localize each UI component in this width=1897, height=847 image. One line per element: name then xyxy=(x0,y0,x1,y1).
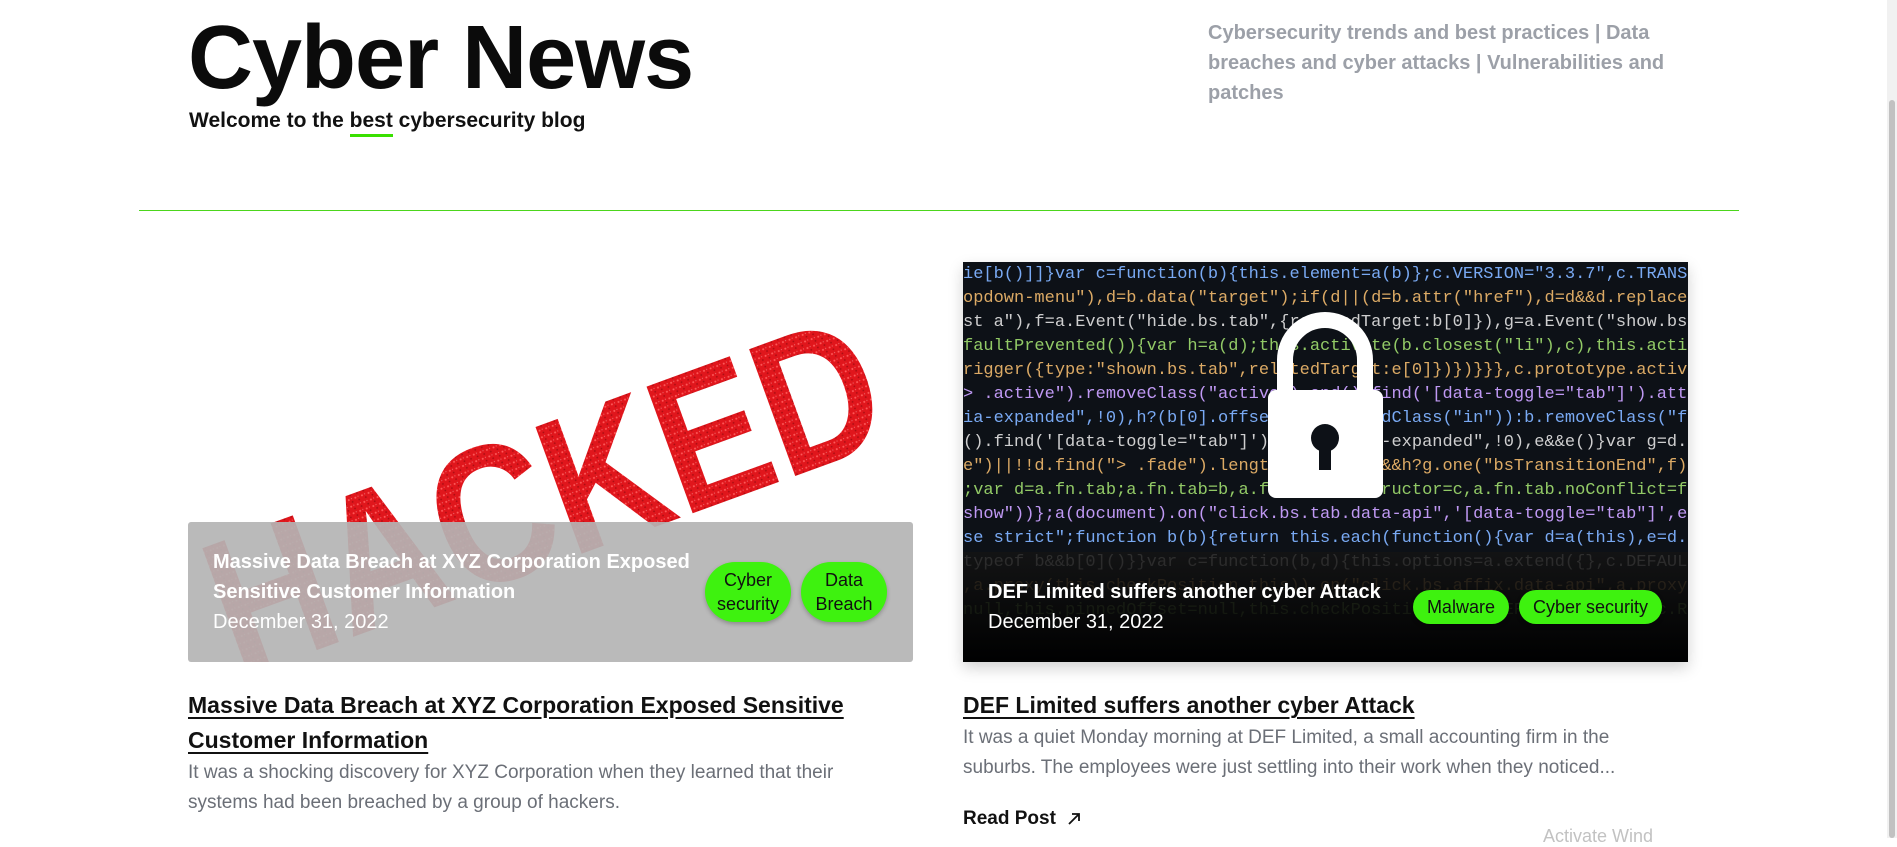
post-overlay: Massive Data Breach at XYZ Corporation E… xyxy=(188,522,913,662)
overlay-title[interactable]: DEF Limited suffers another cyber Attack xyxy=(988,577,1381,607)
post-title-link[interactable]: Massive Data Breach at XYZ Corporation E… xyxy=(188,688,898,758)
post-title-link[interactable]: DEF Limited suffers another cyber Attack xyxy=(963,688,1683,723)
tag-data-breach[interactable]: Data Breach xyxy=(801,562,887,622)
tag-list: Malware Cyber security xyxy=(1412,590,1662,624)
tag-cyber-security[interactable]: Cyber security xyxy=(1518,590,1662,624)
tag-cyber-security[interactable]: Cyber security xyxy=(705,562,791,622)
svg-text:faultPrevented()){var h=a(d);t: faultPrevented()){var h=a(d);this.activa… xyxy=(963,337,1688,356)
tagline-highlight: best xyxy=(349,109,394,137)
svg-text:rigger({type:"shown.bs.tab",re: rigger({type:"shown.bs.tab",relatedTarge… xyxy=(963,361,1688,380)
site-title[interactable]: Cyber News xyxy=(188,6,694,110)
activate-windows-watermark: Activate Wind xyxy=(1543,826,1654,846)
tagline-text-start: Welcome to the xyxy=(189,109,350,132)
arrow-up-right-icon xyxy=(1068,813,1080,825)
read-post-link[interactable]: Read Post xyxy=(963,808,1082,830)
svg-text:se strict";function b(b){retur: se strict";function b(b){return this.eac… xyxy=(963,529,1688,548)
scrollbar-thumb[interactable] xyxy=(1889,100,1895,838)
svg-text:show"))};a(document).on("click: show"))};a(document).on("click.bs.tab.da… xyxy=(963,505,1688,524)
read-post-label: Read Post xyxy=(963,808,1056,829)
site-tagline: Welcome to the best cybersecurity blog xyxy=(189,109,586,137)
post-excerpt: It was a quiet Monday morning at DEF Lim… xyxy=(963,727,1616,778)
post-card-xyz-breach[interactable]: HACKED Massive Data Breach at XYZ Corpor… xyxy=(188,262,913,662)
post-date: December 31, 2022 xyxy=(988,611,1164,633)
tag-malware[interactable]: Malware xyxy=(1412,590,1509,624)
svg-text:opdown-menu"),d=b.data("target: opdown-menu"),d=b.data("target");if(d||(… xyxy=(963,289,1688,308)
page-scrollbar[interactable] xyxy=(1887,0,1897,838)
post-card-def-attack[interactable]: ie[b()]]}var c=function(b){this.element=… xyxy=(963,262,1688,662)
header-divider xyxy=(139,210,1739,211)
tag-list: Cyber security Data Breach xyxy=(705,562,887,622)
svg-text:ie[b()]]}var c=function(b){thi: ie[b()]]}var c=function(b){this.element=… xyxy=(963,265,1688,284)
post-overlay: DEF Limited suffers another cyber Attack… xyxy=(963,552,1688,662)
tagline-text-end: cybersecurity blog xyxy=(392,109,586,132)
overlay-title[interactable]: Massive Data Breach at XYZ Corporation E… xyxy=(213,547,693,607)
header-topics: Cybersecurity trends and best practices … xyxy=(1208,22,1665,104)
post-date: December 31, 2022 xyxy=(213,611,389,633)
post-excerpt: It was a shocking discovery for XYZ Corp… xyxy=(188,762,834,813)
